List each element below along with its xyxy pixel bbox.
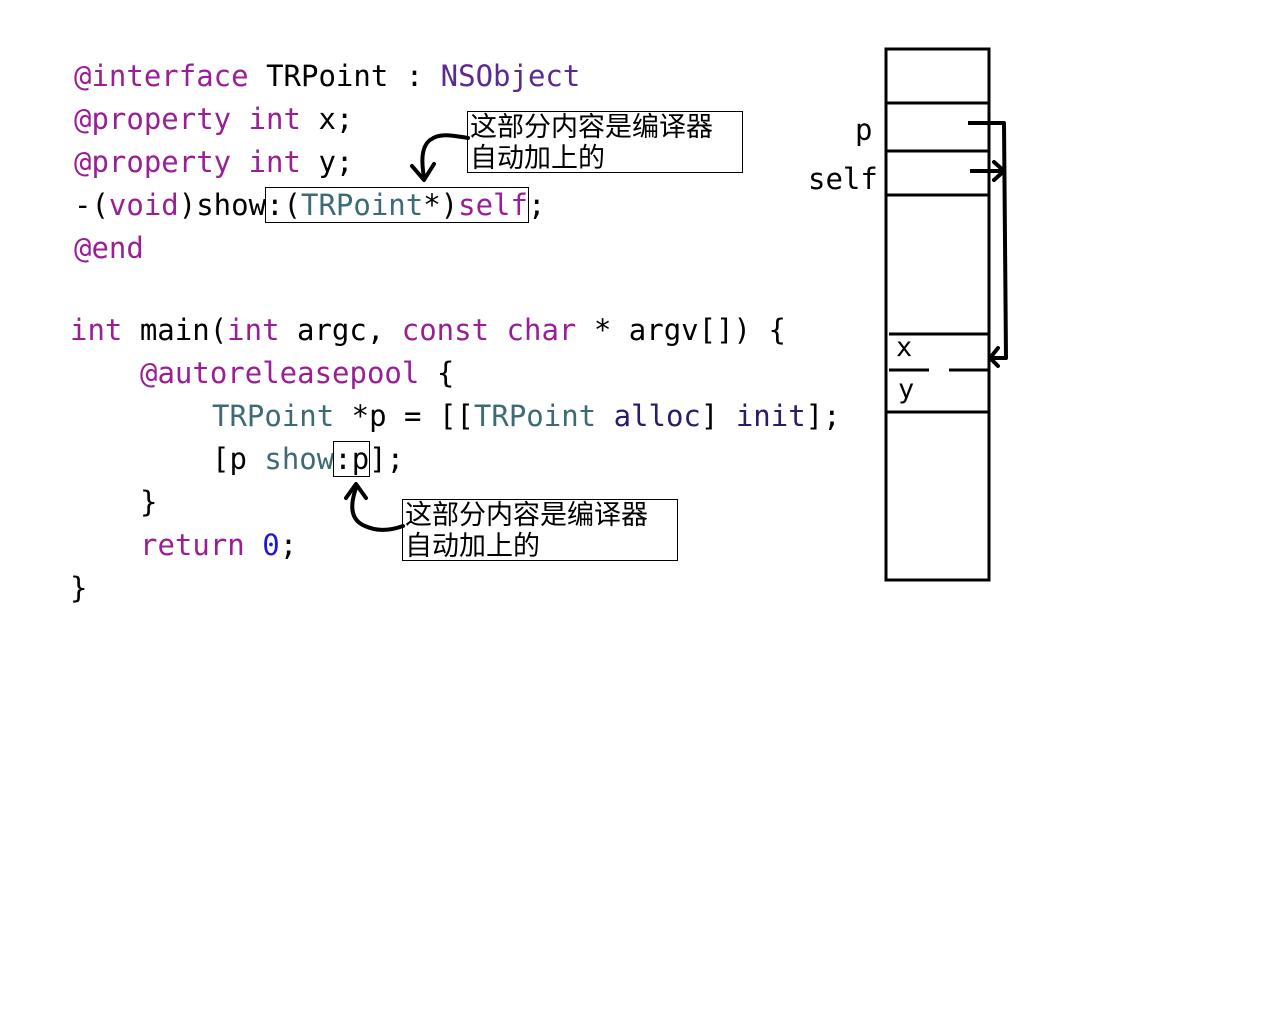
memory-column	[884, 47, 991, 582]
pointer-arrow-p	[968, 121, 1008, 360]
diagram-canvas	[344, 47, 1008, 582]
arrow-bottom-note	[350, 486, 405, 532]
